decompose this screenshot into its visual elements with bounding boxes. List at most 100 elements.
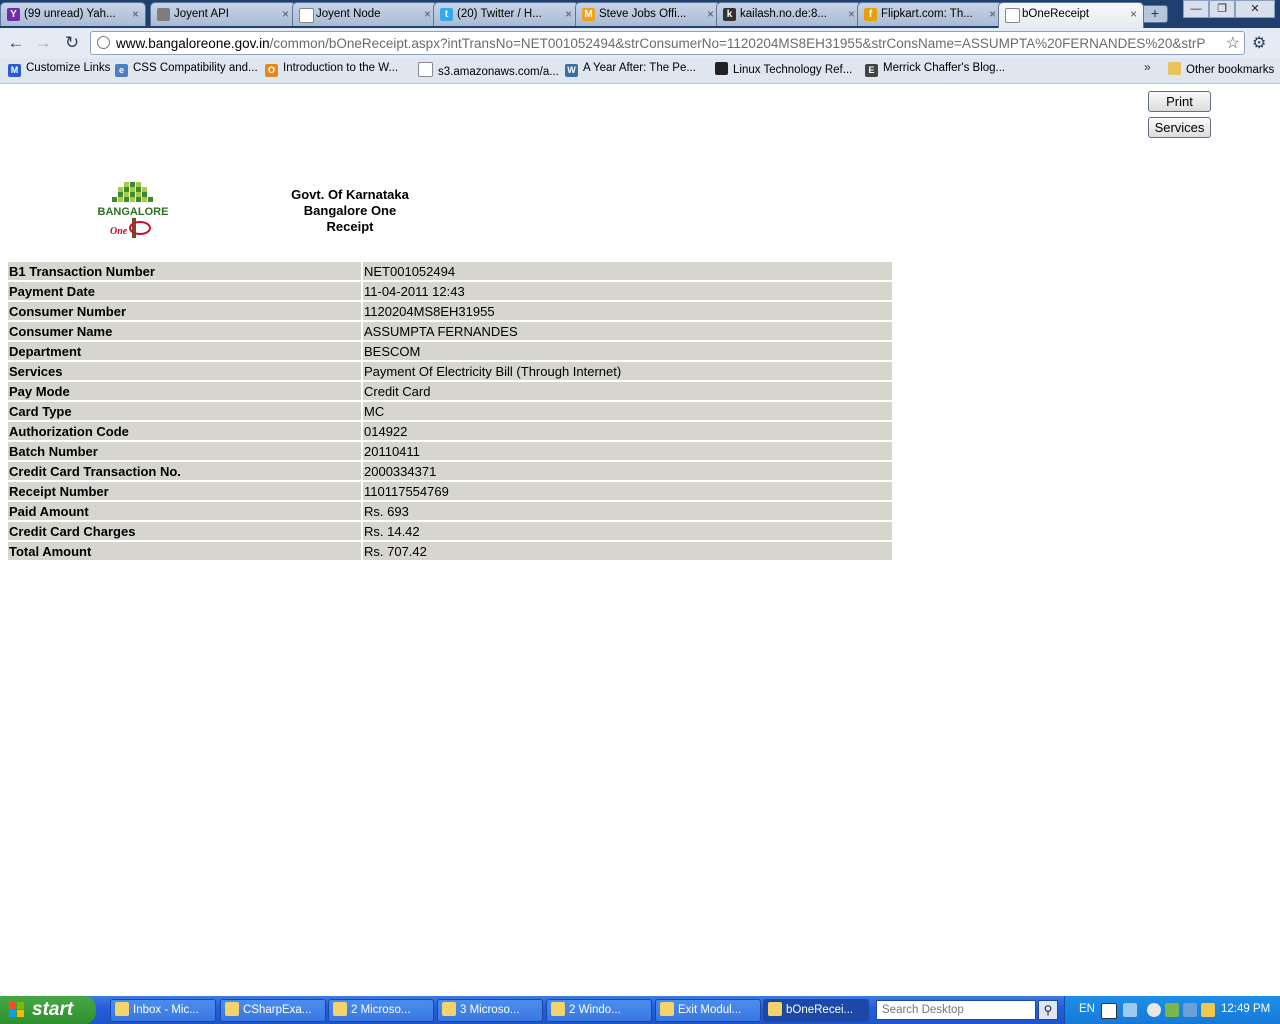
windows-taskbar: start Inbox - Mic... CSharpExa... 2 Micros… [0,996,1280,1024]
help-icon[interactable] [1101,1003,1117,1019]
messenger-icon[interactable] [1201,1003,1215,1017]
taskbar-button[interactable]: CSharpExa... [220,999,326,1022]
browser-tab[interactable]: bOneReceipt × [998,2,1144,28]
print-button[interactable]: Print [1148,91,1211,112]
address-bar[interactable]: www.bangaloreone.gov.in/common/bOneRecei… [90,31,1245,55]
close-tab-icon[interactable]: × [848,7,855,21]
receipt-value: 014922 [363,422,892,440]
bookmark-item[interactable]: s3.amazonaws.com/a... [418,62,559,78]
restore-button[interactable]: ❐ [1209,0,1235,18]
app-icon [768,1002,782,1016]
search-desktop-input[interactable]: Search Desktop [876,1000,1036,1020]
receipt-value: Rs. 707.42 [363,542,892,560]
receipt-value: ASSUMPTA FERNANDES [363,322,892,340]
bookmarks-bar: M Customize Links e CSS Compatibility and..… [0,58,1280,84]
taskbar-button[interactable]: Inbox - Mic... [110,999,216,1022]
app-icon [442,1002,456,1016]
receipt-row: Batch Number 20110411 [8,442,892,460]
taskbar-button[interactable]: 2 Windo... [546,999,652,1022]
receipt-value: 20110411 [363,442,892,460]
browser-tab[interactable]: Joyent Node × [292,2,438,26]
close-tab-icon[interactable]: × [565,7,572,21]
receipt-value: 110117554769 [363,482,892,500]
bookmark-item[interactable]: O Introduction to the W... [265,62,398,78]
receipt-label: B1 Transaction Number [8,262,361,280]
back-arrow-tray-icon[interactable] [1147,1003,1161,1017]
m-icon: M [582,8,595,21]
close-tab-icon[interactable]: × [132,7,139,21]
app-icon [225,1002,239,1016]
network-icon[interactable] [1123,1003,1137,1017]
taskbar-button-label: 3 Microso... [460,1004,520,1016]
url-text[interactable]: www.bangaloreone.gov.in/common/bOneRecei… [116,36,1216,51]
new-tab-button[interactable]: + [1142,5,1168,23]
browser-tab[interactable]: t (20) Twitter / H... × [433,2,579,26]
other-bookmarks-folder[interactable]: Other bookmarks [1168,62,1274,78]
bookmark-star-icon[interactable]: ☆ [1226,33,1240,53]
close-window-button[interactable]: ✕ [1235,0,1275,18]
receipt-label: Receipt Number [8,482,361,500]
taskbar-button-label: bOneRecei... [786,1004,854,1016]
url-host: www.bangaloreone.gov.in [116,36,270,51]
close-tab-icon[interactable]: × [424,7,431,21]
taskbar-button-label: 2 Windo... [569,1004,621,1016]
close-tab-icon[interactable]: × [1130,7,1137,21]
close-tab-icon[interactable]: × [282,7,289,21]
receipt-label: Total Amount [8,542,361,560]
taskbar-button[interactable]: bOneRecei... [763,999,869,1022]
receipt-row: Total Amount Rs. 707.42 [8,542,892,560]
wrench-icon[interactable]: ⚙ [1252,33,1266,53]
reload-button[interactable]: ↻ [61,33,83,53]
clock: 12:49 PM [1221,1003,1271,1015]
page-content: Print Services BANGALORE One Govt. Of Ka… [0,84,1280,996]
bookmark-label: Merrick Chaffer's Blog... [883,62,1006,74]
browser-tab[interactable]: k kailash.no.de:8... × [716,2,862,26]
app-icon [115,1002,129,1016]
receipt-row: Authorization Code 014922 [8,422,892,440]
browser-tab[interactable]: Joyent API × [150,2,296,26]
app-icon [333,1002,347,1016]
search-icon[interactable]: ⚲ [1038,1000,1058,1020]
joyent-icon [157,8,170,21]
tab-title: Joyent Node [316,8,381,20]
close-tab-icon[interactable]: × [989,7,996,21]
services-button[interactable]: Services [1148,117,1211,138]
close-tab-icon[interactable]: × [707,7,714,21]
minimize-button[interactable]: — [1183,0,1209,18]
bookmark-item[interactable]: e CSS Compatibility and... [115,62,258,78]
tux-icon [715,62,728,75]
receipt-label: Consumer Number [8,302,361,320]
language-indicator[interactable]: EN [1079,1003,1095,1015]
tab-title: kailash.no.de:8... [740,8,827,20]
receipt-label: Batch Number [8,442,361,460]
computer-icon[interactable] [1183,1003,1197,1017]
receipt-label: Credit Card Charges [8,522,361,540]
receipt-value: Payment Of Electricity Bill (Through Int… [363,362,892,380]
browser-tab[interactable]: f Flipkart.com: Th... × [857,2,1003,26]
antivirus-icon[interactable] [1165,1003,1179,1017]
receipt-row: Credit Card Charges Rs. 14.42 [8,522,892,540]
page-icon [299,8,314,23]
back-button[interactable]: ← [5,33,27,53]
forward-button[interactable]: → [32,33,54,53]
bookmark-item[interactable]: Linux Technology Ref... [715,62,852,78]
receipt-heading: Govt. Of Karnataka Bangalore One Receipt [250,187,450,235]
taskbar-button[interactable]: Exit Modul... [655,999,761,1022]
browser-tab[interactable]: M Steve Jobs Offi... × [575,2,721,26]
receipt-row: Card Type MC [8,402,892,420]
browser-tab[interactable]: Y (99 unread) Yah... × [0,2,146,26]
taskbar-button[interactable]: 2 Microso... [328,999,434,1022]
bookmark-label: A Year After: The Pe... [583,62,696,74]
bangalore-one-logo: BANGALORE One [98,182,168,238]
start-button[interactable]: start [0,996,96,1024]
bookmark-item[interactable]: W A Year After: The Pe... [565,62,696,78]
app-icon [551,1002,565,1016]
receipt-value: Rs. 693 [363,502,892,520]
url-path: /common/bOneReceipt.aspx?intTransNo=NET0… [269,36,1206,51]
heading-receipt: Receipt [326,219,374,234]
bookmark-item[interactable]: E Merrick Chaffer's Blog... [865,62,1005,78]
receipt-value: Rs. 14.42 [363,522,892,540]
taskbar-button[interactable]: 3 Microso... [437,999,543,1022]
chevron-more-icon[interactable]: » [1144,60,1151,74]
bookmark-item[interactable]: M Customize Links [8,62,110,78]
